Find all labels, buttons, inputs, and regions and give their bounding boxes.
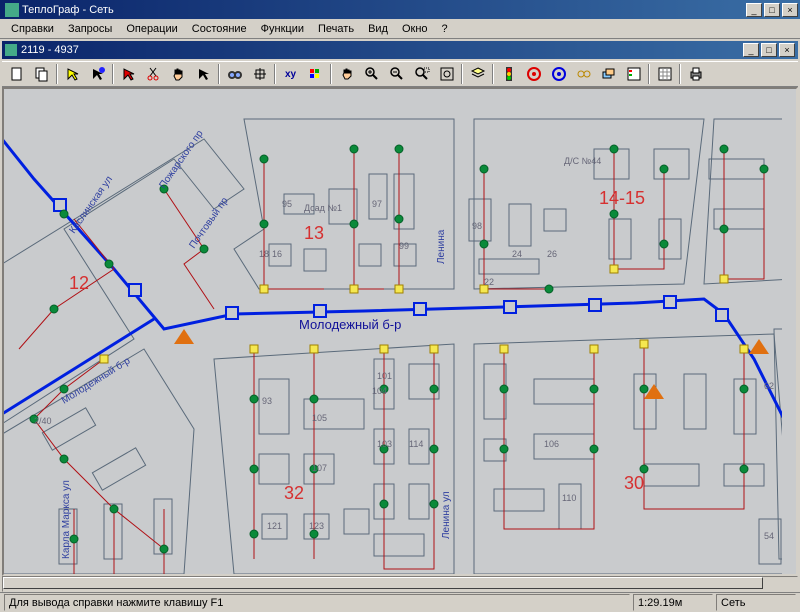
palette-icon[interactable] xyxy=(304,63,327,85)
arrow-red-icon[interactable] xyxy=(117,63,140,85)
menu-spravki[interactable]: Справки xyxy=(4,21,61,37)
app-icon xyxy=(5,3,19,17)
menu-vid[interactable]: Вид xyxy=(361,21,395,37)
app-title: ТеплоГраф - Сеть xyxy=(22,4,114,16)
copy-icon[interactable] xyxy=(30,63,53,85)
xy-icon[interactable]: xy xyxy=(279,63,302,85)
menu-okno[interactable]: Окно xyxy=(395,21,435,37)
a26: 26 xyxy=(547,249,557,259)
zone-32: 32 xyxy=(284,483,304,503)
a93: 93 xyxy=(262,396,272,406)
statusbar: Для вывода справки нажмите клавишу F1 1:… xyxy=(0,592,800,612)
traffic-light-icon[interactable] xyxy=(497,63,520,85)
close-button[interactable]: × xyxy=(782,3,798,17)
status-coord: 1:29.19м xyxy=(633,594,713,611)
subwindow-title-text: 2119 - 4937 xyxy=(21,44,79,56)
maximize-button[interactable]: □ xyxy=(764,3,780,17)
street-marx: Карла Маркса ул xyxy=(61,480,72,559)
sub-minimize-button[interactable]: _ xyxy=(743,43,759,57)
a121: 121 xyxy=(267,521,282,531)
menu-sostoyanie[interactable]: Состояние xyxy=(185,21,254,37)
status-help: Для вывода справки нажмите клавишу F1 xyxy=(4,594,630,611)
a22: 22 xyxy=(484,277,494,287)
pointer-icon[interactable] xyxy=(192,63,215,85)
a98: 98 xyxy=(472,221,482,231)
print-icon[interactable] xyxy=(684,63,707,85)
a62: 62 xyxy=(764,381,774,391)
lbl-ds44: Д/С №44 xyxy=(564,156,601,166)
horizontal-scrollbar[interactable] xyxy=(2,576,798,592)
a106: 106 xyxy=(544,439,559,449)
a54: 54 xyxy=(764,531,774,541)
arrow-blue-icon[interactable] xyxy=(86,63,109,85)
a24: 24 xyxy=(512,249,522,259)
menubar: Справки Запросы Операции Состояние Функц… xyxy=(0,19,800,39)
street-main: Молодежный б-р xyxy=(299,317,401,332)
a114: 114 xyxy=(409,439,423,449)
chain-icon[interactable] xyxy=(572,63,595,85)
a95: 95 xyxy=(282,199,292,209)
a101: 101 xyxy=(377,371,392,381)
file-icon[interactable] xyxy=(5,63,28,85)
zoom-in-icon[interactable] xyxy=(360,63,383,85)
layers2-icon[interactable] xyxy=(597,63,620,85)
map-viewport[interactable]: 12 13 14-15 30 32 Молодежный б-р Молодеж… xyxy=(2,87,798,576)
legend-icon[interactable] xyxy=(622,63,645,85)
street-lenina2: Ленина ул xyxy=(441,491,452,539)
a16: 16 xyxy=(272,249,282,259)
zoom-fit-icon[interactable] xyxy=(435,63,458,85)
sub-maximize-button[interactable]: □ xyxy=(761,43,777,57)
menu-funkcii[interactable]: Функции xyxy=(254,21,311,37)
grid-icon[interactable] xyxy=(653,63,676,85)
arrow-yellow-icon[interactable] xyxy=(61,63,84,85)
target-red-icon[interactable] xyxy=(522,63,545,85)
zoom-out-icon[interactable] xyxy=(385,63,408,85)
menu-operacii[interactable]: Операции xyxy=(119,21,184,37)
status-mode: Сеть xyxy=(716,594,796,611)
zone-14-15: 14-15 xyxy=(599,188,645,208)
a110: 110 xyxy=(562,493,576,503)
navigate-icon[interactable] xyxy=(248,63,271,85)
zone-30: 30 xyxy=(624,473,644,493)
hand-icon[interactable] xyxy=(167,63,190,85)
network-map[interactable]: 12 13 14-15 30 32 Молодежный б-р Молодеж… xyxy=(4,89,782,574)
binoculars-icon[interactable] xyxy=(223,63,246,85)
menu-help[interactable]: ? xyxy=(435,21,455,37)
target-blue-icon[interactable] xyxy=(547,63,570,85)
zone-13: 13 xyxy=(304,223,324,243)
menu-zaprosy[interactable]: Запросы xyxy=(61,21,119,37)
a123: 123 xyxy=(309,521,324,531)
a99: 99 xyxy=(399,241,409,251)
subwindow-titlebar: 2119 - 4937 _ □ × xyxy=(2,41,798,59)
a107: 107 xyxy=(312,463,327,473)
zoom-region-icon[interactable] xyxy=(410,63,433,85)
a2_40: 2/40 xyxy=(34,416,52,426)
a105: 105 xyxy=(312,413,327,423)
street-pozhar: Пожарского пр xyxy=(157,128,205,191)
lbl-dsad: Дсад №1 xyxy=(304,203,342,213)
street-lenina: Ленина xyxy=(436,229,447,264)
zone-12: 12 xyxy=(69,273,89,293)
minimize-button[interactable]: _ xyxy=(746,3,762,17)
layers-icon[interactable] xyxy=(466,63,489,85)
menu-pechat[interactable]: Печать xyxy=(311,21,361,37)
sub-close-button[interactable]: × xyxy=(779,43,795,57)
a18: 18 xyxy=(259,249,269,259)
app-titlebar: ТеплоГраф - Сеть _ □ × xyxy=(0,0,800,19)
a103: 103 xyxy=(377,439,392,449)
toolbar: xy xyxy=(2,61,798,87)
cut-icon[interactable] xyxy=(142,63,165,85)
subwindow-icon xyxy=(5,44,17,56)
street-kaslin: Каслинская ул xyxy=(67,174,115,236)
a97: 97 xyxy=(372,199,382,209)
pan-icon[interactable] xyxy=(335,63,358,85)
a104: 104 xyxy=(372,386,387,396)
